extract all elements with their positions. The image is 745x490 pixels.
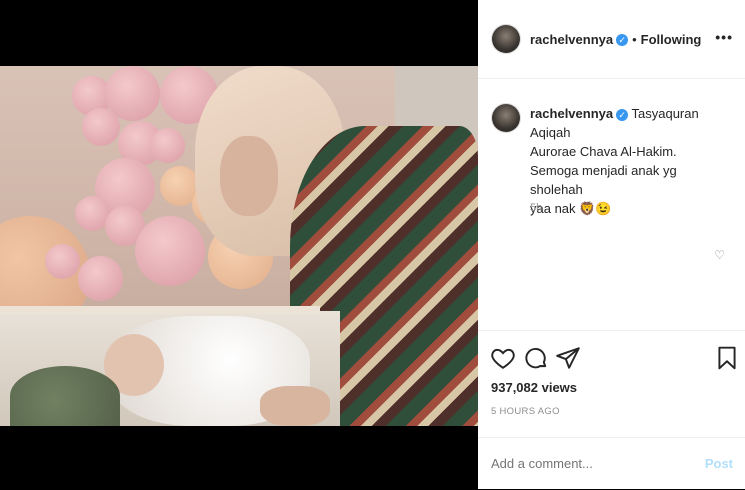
verified-badge-icon: ✓ — [616, 33, 629, 46]
post-header: rachelvennya ✓ • Following ••• — [478, 0, 745, 79]
comment-like-heart-icon[interactable]: ♡ — [714, 248, 725, 262]
balloon — [135, 216, 205, 286]
balloon — [78, 256, 123, 301]
share-icon[interactable] — [555, 345, 581, 371]
post-sidebar: rachelvennya ✓ • Following ••• rachelvennya… — [478, 0, 745, 489]
post-timestamp[interactable]: 5 HOURS AGO — [491, 406, 560, 417]
avatar[interactable] — [492, 25, 520, 53]
caption-text-line: Aurorae Chava Al-Hakim. — [530, 144, 677, 159]
comment-icon[interactable] — [523, 345, 549, 371]
crib-rail — [0, 306, 320, 314]
header-user-line: rachelvennya ✓ • Following — [530, 31, 701, 49]
balloon — [45, 244, 80, 279]
post-media[interactable] — [0, 0, 478, 489]
view-count[interactable]: 937,082 views — [491, 380, 577, 395]
post-button[interactable]: Post — [705, 456, 733, 471]
caption-username[interactable]: rachelvennya — [530, 106, 613, 121]
more-options-icon[interactable]: ••• — [715, 29, 733, 45]
separator-dot: • — [632, 32, 637, 47]
verified-badge-icon: ✓ — [616, 108, 629, 121]
caption-emoji: 🦁😉 — [579, 201, 612, 216]
caption-time[interactable]: 5h — [530, 202, 542, 214]
caption-text-line: Semoga menjadi anak yg sholehah — [530, 163, 677, 197]
foliage — [10, 366, 120, 426]
username-link[interactable]: rachelvennya — [530, 32, 613, 47]
woman-face — [220, 136, 278, 216]
following-button[interactable]: Following — [641, 32, 702, 47]
heart-icon[interactable] — [490, 345, 516, 371]
balloon — [82, 108, 120, 146]
post-photo[interactable] — [0, 66, 478, 426]
comment-input[interactable] — [491, 456, 681, 471]
caption-avatar[interactable] — [492, 104, 520, 132]
balloon — [150, 128, 185, 163]
comment-bar: Post — [478, 437, 745, 490]
bookmark-icon[interactable] — [714, 345, 740, 371]
caption: rachelvennya ✓ Tasyaquran Aqiqah Aurorae … — [530, 104, 730, 218]
woman-hand — [260, 386, 330, 426]
